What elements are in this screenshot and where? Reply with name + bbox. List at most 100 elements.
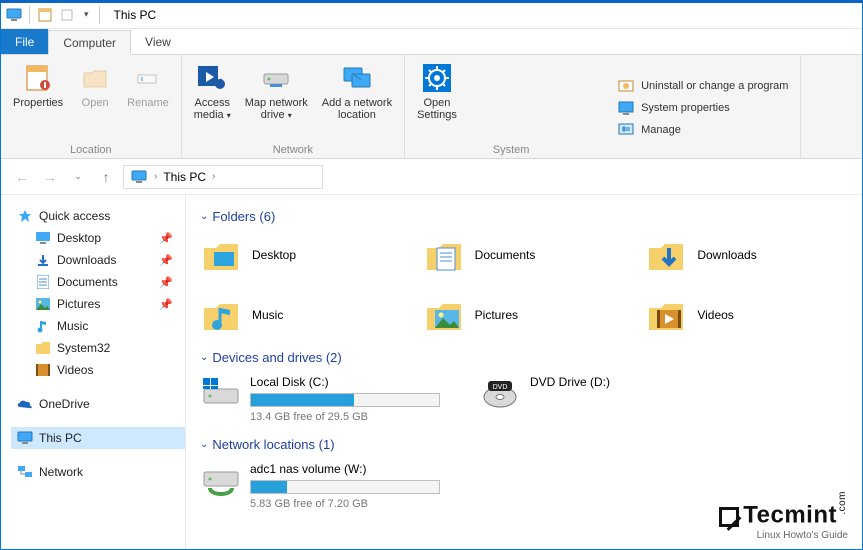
drive-name: DVD Drive (D:) [530,375,610,389]
system-properties-button[interactable]: System properties [617,99,788,117]
this-pc-icon [17,430,33,446]
drive-free-text: 13.4 GB free of 29.5 GB [250,411,440,423]
pictures-icon [35,296,51,312]
titlebar: ▾ This PC [1,1,862,29]
settings-icon [420,61,454,95]
desktop-icon [35,230,51,246]
ribbon-tab-bar: File Computer View [1,29,862,55]
drive-free-text: 5.83 GB free of 7.20 GB [250,498,440,510]
qat-unknown-icon[interactable] [58,6,76,24]
svg-text:DVD: DVD [493,384,508,391]
open-icon [78,61,112,95]
content-pane: ⌄ Folders (6) Desktop Documents Download… [186,195,862,549]
nav-item-documents[interactable]: Documents📌 [11,271,185,293]
folder-videos[interactable]: Videos [645,294,848,336]
window-title: This PC [114,8,157,22]
chevron-down-icon: ⌄ [200,352,208,363]
this-pc-icon [5,6,23,24]
drive-capacity-bar [250,480,440,494]
crumb-arrow-icon[interactable]: › [154,171,157,182]
properties-button[interactable]: Properties [7,59,69,142]
manage-icon [617,121,635,139]
folder-videos-icon [645,294,687,336]
nav-item-desktop[interactable]: Desktop📌 [11,227,185,249]
nav-onedrive[interactable]: OneDrive [11,393,185,415]
crumb-arrow-icon[interactable]: › [212,171,215,182]
tab-view[interactable]: View [131,29,185,54]
navigation-pane: Quick access Desktop📌 Downloads📌 Documen… [1,195,186,549]
nav-item-system32[interactable]: System32 [11,337,185,359]
pin-icon: 📌 [159,298,173,311]
access-media-button[interactable]: Access media ▾ [188,59,237,142]
ribbon: Properties Open Rename Location [1,55,862,159]
manage-button[interactable]: Manage [617,121,788,139]
chevron-down-icon: ⌄ [200,439,208,450]
network-drive-w[interactable]: adc1 nas volume (W:) 5.83 GB free of 7.2… [200,462,440,510]
network-drive-icon [200,462,240,502]
address-bar[interactable]: › This PC › [123,165,323,189]
this-pc-crumb-icon [130,168,148,186]
uninstall-icon [617,77,635,95]
tecmint-logo-icon [719,507,739,527]
folder-downloads[interactable]: Downloads [645,234,848,276]
section-header-drives[interactable]: ⌄ Devices and drives (2) [200,350,848,365]
qat-properties-icon[interactable] [36,6,54,24]
drive-name: adc1 nas volume (W:) [250,462,440,476]
add-network-location-button[interactable]: Add a network location [316,59,398,142]
map-network-drive-button[interactable]: Map network drive ▾ [239,59,314,142]
music-icon [35,318,51,334]
ribbon-group-network: Access media ▾ Map network drive ▾ Add a… [182,55,405,158]
open-button: Open [71,59,119,142]
rename-icon [131,61,165,95]
folder-desktop[interactable]: Desktop [200,234,403,276]
watermark: Tecmint.com Linux Howto's Guide [719,491,848,541]
ribbon-group-system: Open Settings System Uninstall or change… [405,55,801,158]
address-toolbar: ← → ⌄ ↑ › This PC › [1,159,862,195]
dvd-icon: DVD [480,375,520,415]
section-header-folders[interactable]: ⌄ Folders (6) [200,209,848,224]
nav-up-button[interactable]: ↑ [95,166,117,188]
ribbon-group-location-label: Location [7,142,175,156]
breadcrumb-this-pc[interactable]: This PC [163,170,206,184]
access-media-icon [195,61,229,95]
folder-documents[interactable]: Documents [423,234,626,276]
videos-icon [35,362,51,378]
map-network-drive-icon [259,61,293,95]
nav-recent-dropdown[interactable]: ⌄ [67,166,89,188]
open-settings-button[interactable]: Open Settings [411,59,463,142]
tab-computer[interactable]: Computer [48,30,131,55]
tab-file[interactable]: File [1,29,48,54]
nav-item-videos[interactable]: Videos [11,359,185,381]
downloads-icon [35,252,51,268]
drive-dvd-d[interactable]: DVD DVD Drive (D:) [480,375,610,423]
nav-item-downloads[interactable]: Downloads📌 [11,249,185,271]
qat-customize-dropdown[interactable]: ▾ [80,9,93,20]
network-icon [17,464,33,480]
uninstall-program-button[interactable]: Uninstall or change a program [617,77,788,95]
drive-name: Local Disk (C:) [250,375,440,389]
star-icon [17,208,33,224]
folder-documents-icon [423,234,465,276]
drive-capacity-bar [250,393,440,407]
folder-music[interactable]: Music [200,294,403,336]
nav-quick-access[interactable]: Quick access [11,205,185,227]
system-properties-icon [617,99,635,117]
nav-this-pc[interactable]: This PC [11,427,185,449]
folder-pictures-icon [423,294,465,336]
hdd-icon [200,375,240,415]
nav-network[interactable]: Network [11,461,185,483]
properties-icon [21,61,55,95]
section-header-network-locations[interactable]: ⌄ Network locations (1) [200,437,848,452]
nav-forward-button[interactable]: → [39,166,61,188]
rename-button: Rename [121,59,175,142]
add-network-location-icon [340,61,374,95]
folder-music-icon [200,294,242,336]
chevron-down-icon: ⌄ [200,211,208,222]
nav-item-pictures[interactable]: Pictures📌 [11,293,185,315]
nav-back-button[interactable]: ← [11,166,33,188]
nav-item-music[interactable]: Music [11,315,185,337]
folder-pictures[interactable]: Pictures [423,294,626,336]
drive-local-c[interactable]: Local Disk (C:) 13.4 GB free of 29.5 GB [200,375,440,423]
ribbon-group-network-label: Network [188,142,398,156]
onedrive-icon [17,396,33,412]
